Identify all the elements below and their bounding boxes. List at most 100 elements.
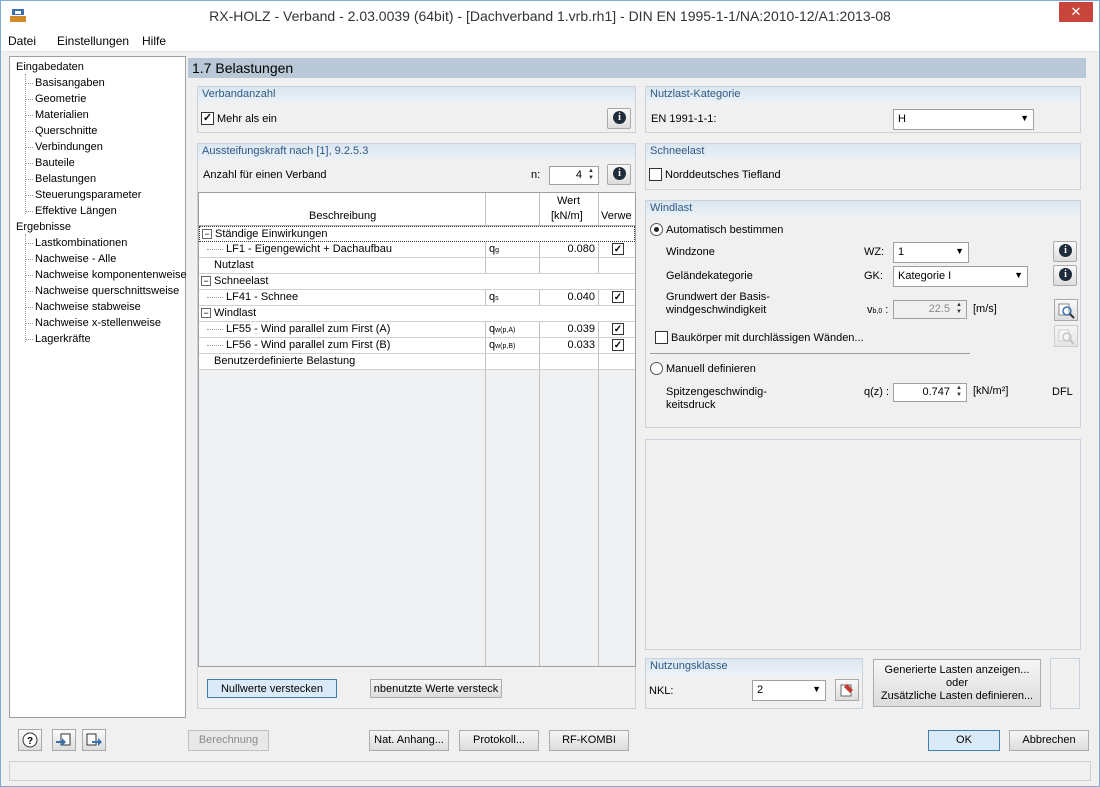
spin-icon[interactable]: ▲ ▼: [953, 385, 965, 400]
windzone-select[interactable]: 1 ▼: [893, 242, 969, 263]
anzahl-label: Anzahl für einen Verband: [203, 169, 327, 181]
row-value[interactable]: 0.033: [540, 339, 595, 351]
tree-item-effektive-laengen[interactable]: Effektive Längen: [25, 204, 117, 218]
table-row[interactable]: LF1 - Eigengewicht + Dachaufbau qg 0.080 ✓: [199, 242, 635, 258]
qz-unit: [kN/m²]: [973, 385, 1009, 397]
collapse-icon[interactable]: −: [201, 276, 211, 286]
help-icon[interactable]: ?: [18, 729, 42, 751]
nullwerte-verstecken-button[interactable]: Nullwerte verstecken: [207, 679, 337, 698]
abbrechen-button[interactable]: Abbrechen: [1009, 730, 1089, 751]
vb0-field[interactable]: 22.5 ▲ ▼: [893, 300, 967, 319]
table-row[interactable]: Nutzlast: [199, 258, 635, 274]
spin-icon[interactable]: ▲ ▼: [585, 168, 597, 183]
tree-item-materialien[interactable]: Materialien: [25, 108, 89, 122]
table-row[interactable]: − Ständige Einwirkungen: [199, 226, 635, 242]
info-button[interactable]: i: [607, 108, 631, 129]
table-row[interactable]: LF55 - Wind parallel zum First (A) qw(p,A…: [199, 322, 635, 338]
generierte-lasten-button[interactable]: Generierte Lasten anzeigen... oder Zusätzl…: [873, 659, 1041, 707]
tree-item-nachweise-x-stellenweise[interactable]: Nachweise x-stellenweise: [25, 316, 161, 330]
row-value[interactable]: 0.080: [540, 243, 595, 255]
table-row[interactable]: − Schneelast: [199, 274, 635, 290]
navigator-tree: Eingabedaten Basisangaben Geometrie Mate…: [9, 56, 187, 718]
use-checkbox[interactable]: ✓: [612, 323, 624, 335]
tree-item-lagerkraefte[interactable]: Lagerkräfte: [25, 332, 91, 346]
dfl-label: DFL: [1052, 386, 1073, 398]
info-button[interactable]: i: [607, 164, 631, 185]
group-windlast: Windlast Automatisch bestimmen Windzone …: [645, 200, 1081, 428]
collapse-icon[interactable]: −: [202, 229, 212, 239]
tree-item-nachweise-stabweise[interactable]: Nachweise stabweise: [25, 300, 141, 314]
grundwert-label-2: windgeschwindigkeit: [666, 304, 767, 316]
tree-item-basisangaben[interactable]: Basisangaben: [25, 76, 105, 90]
mehr-als-ein-checkbox[interactable]: ✓: [201, 112, 214, 125]
group-label: Ständige Einwirkungen: [215, 228, 328, 240]
tree-item-verbindungen[interactable]: Verbindungen: [25, 140, 103, 154]
tree-root-ergebnisse[interactable]: Ergebnisse: [16, 220, 71, 234]
nutzlast-select[interactable]: H ▼: [893, 109, 1034, 130]
gelaende-select[interactable]: Kategorie I ▼: [893, 266, 1028, 287]
collapse-icon[interactable]: −: [201, 308, 211, 318]
use-checkbox[interactable]: ✓: [612, 243, 624, 255]
use-checkbox[interactable]: ✓: [612, 339, 624, 351]
empty-box: [1050, 658, 1080, 709]
table-row[interactable]: LF56 - Wind parallel zum First (B) qw(p,B…: [199, 338, 635, 354]
ok-button[interactable]: OK: [928, 730, 1000, 751]
windzone-info-button[interactable]: i: [1053, 241, 1077, 262]
tree-item-querschnitte[interactable]: Querschnitte: [24, 124, 97, 138]
menu-bar: Datei Einstellungen Hilfe: [1, 31, 1099, 52]
durchlaessige-waende-checkbox[interactable]: [655, 331, 668, 344]
info-icon: i: [613, 167, 626, 180]
protokoll-button[interactable]: Protokoll...: [459, 730, 539, 751]
tree-item-steuerungsparameter[interactable]: Steuerungsparameter: [24, 188, 141, 202]
import-icon[interactable]: [52, 729, 76, 751]
tree-item-belastungen[interactable]: Belastungen: [24, 172, 96, 186]
tree-item-nachweise-querschnittsweise[interactable]: Nachweise querschnittsweise: [24, 284, 179, 298]
menu-hilfe[interactable]: Hilfe: [142, 34, 166, 48]
row-label: LF55 - Wind parallel zum First (A): [226, 323, 391, 335]
row-label: LF1 - Eigengewicht + Dachaufbau: [226, 243, 393, 255]
row-value[interactable]: 0.039: [540, 323, 595, 335]
nkl-select[interactable]: 2 ▼: [752, 680, 826, 701]
menu-datei[interactable]: Datei: [8, 34, 36, 48]
table-row[interactable]: Benutzerdefinierte Belastung: [199, 354, 635, 370]
nkl-edit-icon[interactable]: [835, 679, 859, 701]
menu-einstellungen[interactable]: Einstellungen: [57, 34, 129, 48]
gk-label: GK:: [864, 270, 883, 282]
title-bar: RX-HOLZ - Verband - 2.03.0039 (64bit) - …: [1, 1, 1099, 31]
group-title: Windlast: [646, 201, 1080, 216]
row-value[interactable]: 0.040: [540, 291, 595, 303]
norddeutsches-tiefland-checkbox[interactable]: [649, 168, 662, 181]
group-nutzungsklasse: Nutzungsklasse NKL: 2 ▼: [645, 658, 863, 709]
tree-item-lastkombinationen[interactable]: Lastkombinationen: [24, 236, 127, 250]
rf-kombi-button[interactable]: RF-KOMBI: [549, 730, 629, 751]
manuell-definieren-radio[interactable]: [650, 362, 663, 375]
durchlaessige-waende-label[interactable]: Baukörper mit durchlässigen Wänden...: [671, 332, 864, 344]
unbenutzte-werte-verstecken-button[interactable]: nbenutzte Werte versteck: [370, 679, 502, 698]
close-button[interactable]: ✕: [1059, 2, 1093, 22]
spin-icon[interactable]: ▲ ▼: [953, 302, 965, 317]
n-stepper[interactable]: 4 ▲ ▼: [549, 166, 599, 185]
use-checkbox[interactable]: ✓: [612, 291, 624, 303]
table-row[interactable]: − Windlast: [199, 306, 635, 322]
qz-field[interactable]: 0.747 ▲ ▼: [893, 383, 967, 402]
tree-item-bauteile[interactable]: Bauteile: [25, 156, 75, 170]
berechnung-button[interactable]: Berechnung: [188, 730, 269, 751]
tree-item-geometrie[interactable]: Geometrie: [24, 92, 86, 106]
load-table: Beschreibung Wert [kN/m] Verwe − Ständige…: [198, 192, 636, 667]
tree-item-nachweise-komponentenweise[interactable]: Nachweise komponentenweise: [25, 268, 187, 282]
group-title: Schneelast: [646, 144, 1080, 159]
export-icon[interactable]: [82, 729, 106, 751]
gelaende-info-button[interactable]: i: [1053, 265, 1077, 286]
manuell-definieren-label: Manuell definieren: [666, 363, 756, 375]
nat-anhang-button[interactable]: Nat. Anhang...: [369, 730, 449, 751]
info-icon: i: [613, 111, 626, 124]
tree-item-nachweise-alle[interactable]: Nachweise - Alle: [24, 252, 116, 266]
chevron-down-icon: ▼: [1020, 113, 1029, 123]
tree-root-eingabedaten[interactable]: Eingabedaten: [16, 60, 84, 74]
group-title: Aussteifungskraft nach [1], 9.2.5.3: [198, 144, 635, 159]
zoom-icon[interactable]: [1054, 299, 1078, 321]
auto-bestimmen-radio[interactable]: [650, 223, 663, 236]
info-icon: i: [1059, 244, 1072, 257]
spitzen-label-2: keitsdruck: [666, 399, 716, 411]
table-row[interactable]: LF41 - Schnee qs 0.040 ✓: [199, 290, 635, 306]
